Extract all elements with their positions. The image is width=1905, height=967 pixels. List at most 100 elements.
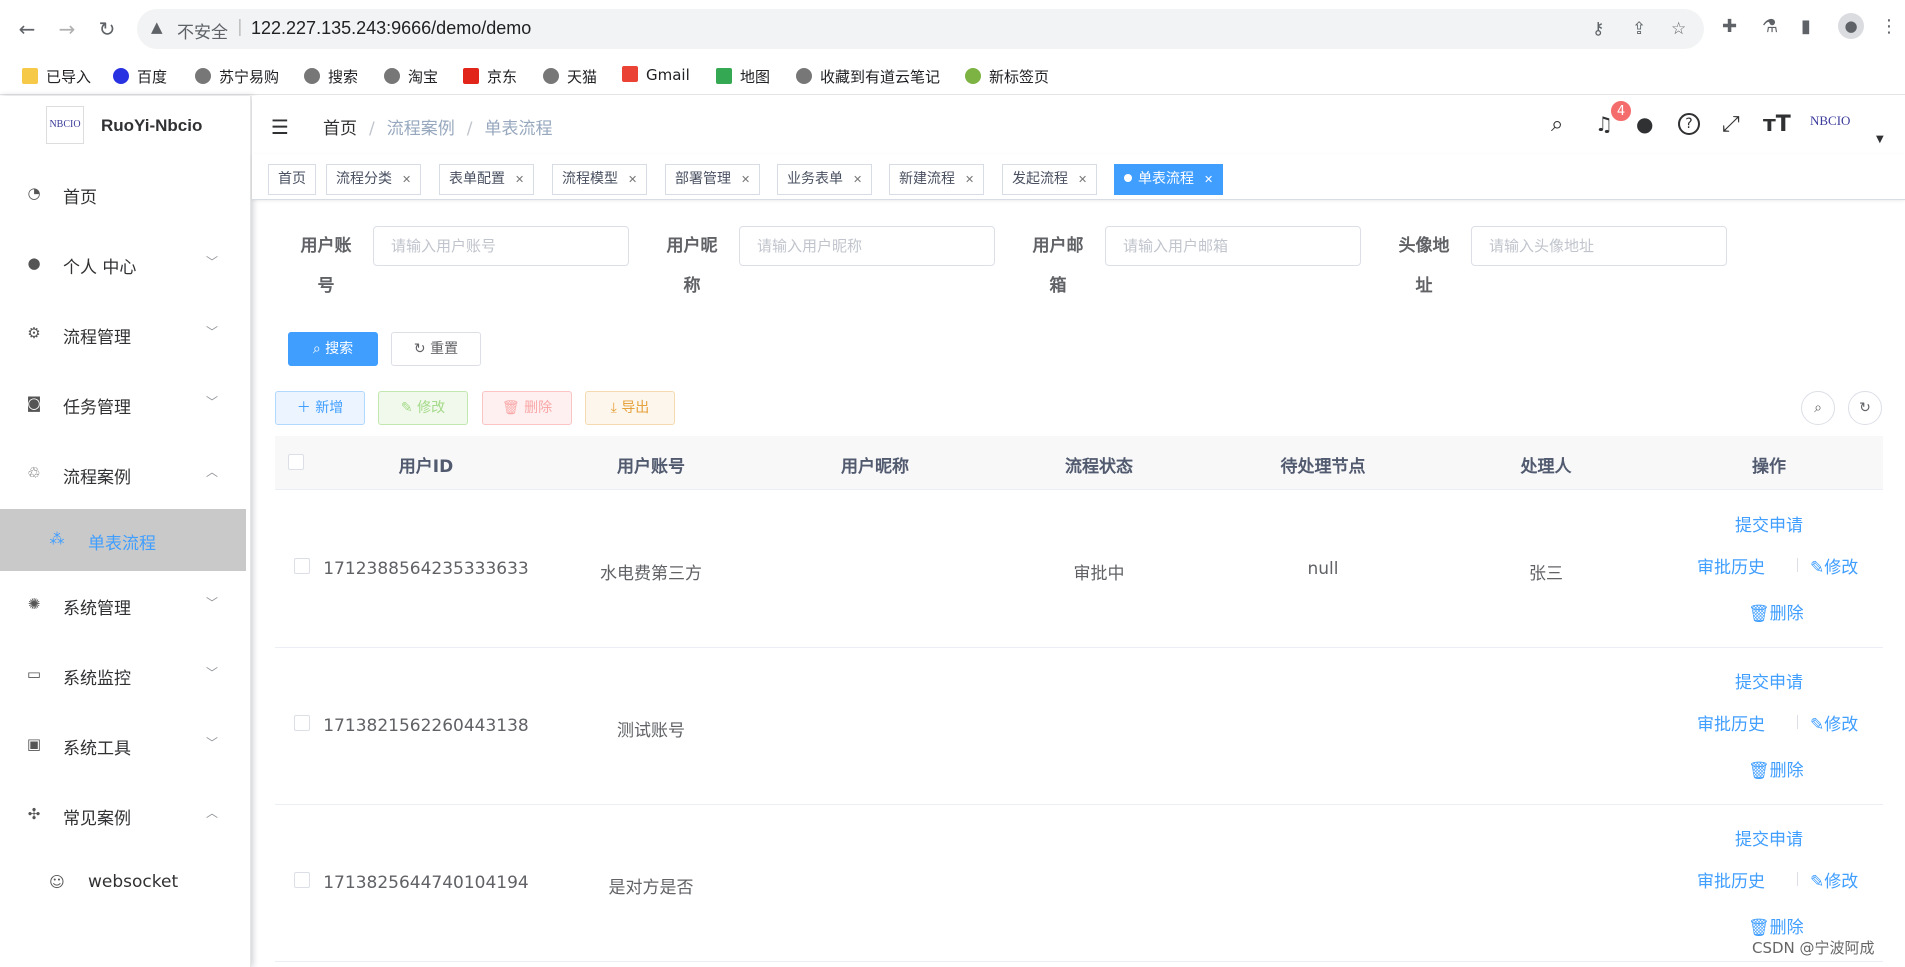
bookmark-youdao[interactable]: 收藏到有道云笔记: [796, 66, 940, 87]
close-icon[interactable]: ✕: [853, 173, 862, 186]
email-input[interactable]: [1105, 226, 1361, 266]
bookmark-baidu[interactable]: 百度: [113, 66, 167, 87]
puzzle-icon[interactable]: ✚: [1722, 16, 1737, 37]
maps-icon: [716, 68, 732, 84]
hamburger-icon[interactable]: ☰: [271, 115, 289, 139]
history-link[interactable]: 审批历史: [1697, 867, 1765, 892]
history-link[interactable]: 审批历史: [1697, 710, 1765, 735]
forward-arrow-icon[interactable]: →: [55, 17, 79, 41]
sidebar-item-flow-case[interactable]: ♲ 流程案例 ︿: [0, 446, 246, 502]
globe-icon: [796, 68, 812, 84]
edit-link[interactable]: ✎修改: [1810, 553, 1858, 578]
github-icon[interactable]: ●: [1636, 112, 1653, 136]
bookmark-suning[interactable]: 苏宁易购: [195, 66, 279, 87]
fullscreen-icon[interactable]: ⤢: [1722, 112, 1740, 137]
question-icon[interactable]: ?: [1678, 113, 1700, 135]
bookmark-search[interactable]: 搜索: [304, 66, 358, 87]
col-nickname: 用户昵称: [841, 457, 909, 477]
delete-link[interactable]: 🗑删除: [1748, 599, 1804, 624]
history-link[interactable]: 审批历史: [1697, 553, 1765, 578]
sidebar-item-system-manage[interactable]: ✺ 系统管理 ﹀: [0, 577, 246, 633]
table-header: 用户ID 用户账号 用户昵称 流程状态 待处理节点 处理人 操作: [275, 436, 1883, 490]
edit-icon: ✎: [1810, 872, 1825, 892]
bookmark-newtab[interactable]: 新标签页: [965, 66, 1049, 87]
back-arrow-icon[interactable]: ←: [15, 17, 39, 41]
sidebar-item-single-table-flow[interactable]: ⁂ 单表流程: [0, 509, 246, 571]
col-account: 用户账号: [617, 457, 685, 477]
submit-link[interactable]: 提交申请: [1735, 825, 1803, 850]
divider: |: [237, 17, 243, 37]
caret-down-icon[interactable]: ▼: [1876, 134, 1884, 145]
tag-form-config[interactable]: 表单配置 ✕: [439, 164, 535, 195]
reset-button[interactable]: ↻ 重置: [391, 332, 481, 366]
tag-business-form[interactable]: 业务表单 ✕: [777, 164, 873, 195]
nickname-input[interactable]: [739, 226, 995, 266]
close-icon[interactable]: ✕: [1078, 173, 1087, 186]
bookmark-gmail[interactable]: Gmail: [622, 66, 690, 84]
address-bar[interactable]: ▲ 不安全 | 122.227.135.243:9666/demo/demo ⚷…: [137, 9, 1704, 49]
reload-icon[interactable]: ↻: [95, 17, 119, 41]
lab-icon[interactable]: ⚗: [1762, 16, 1778, 37]
sidebar-item-task-manage[interactable]: ◙ 任务管理 ﹀: [0, 376, 246, 432]
export-button[interactable]: ⤓ 导出: [585, 391, 675, 425]
tag-deploy-manage[interactable]: 部署管理 ✕: [665, 164, 761, 195]
font-size-icon[interactable]: ᴛT: [1763, 112, 1791, 137]
tag-flow-category[interactable]: 流程分类 ✕: [326, 164, 422, 195]
url-text[interactable]: 122.227.135.243:9666/demo/demo: [251, 18, 531, 39]
divider: [1797, 872, 1798, 886]
avatar-url-input[interactable]: [1471, 226, 1727, 266]
sidebar-item-home[interactable]: ◔ 首页: [0, 166, 246, 222]
close-icon[interactable]: ✕: [628, 173, 637, 186]
delete-link[interactable]: 🗑删除: [1748, 913, 1804, 938]
close-icon[interactable]: ✕: [965, 173, 974, 186]
col-pending-node: 待处理节点: [1280, 457, 1366, 477]
close-icon[interactable]: ✕: [1204, 173, 1213, 186]
sidebar-item-websocket[interactable]: ☺ websocket: [0, 855, 246, 911]
refresh-button[interactable]: ↻: [1848, 391, 1882, 425]
tag-flow-model[interactable]: 流程模型 ✕: [552, 164, 648, 195]
tag-home[interactable]: 首页: [268, 164, 316, 195]
bookmark-taobao[interactable]: 淘宝: [384, 66, 438, 87]
sidebar-item-profile[interactable]: ● 个人 中心 ﹀: [0, 236, 246, 292]
sidebar-item-system-monitor[interactable]: ▭ 系统监控 ﹀: [0, 647, 246, 703]
close-icon[interactable]: ✕: [402, 173, 411, 186]
sidebar-item-flow-manage[interactable]: ⚙ 流程管理 ﹀: [0, 306, 246, 362]
avatar[interactable]: NBCIO: [1810, 113, 1858, 135]
tag-single-table-flow[interactable]: 单表流程 ✕: [1114, 164, 1224, 195]
search-button[interactable]: ⌕ 搜索: [288, 332, 378, 366]
star-icon[interactable]: ☆: [1671, 19, 1686, 39]
key-icon[interactable]: ⚷: [1592, 19, 1604, 39]
browser-toolbar: ← → ↻ ▲ 不安全 | 122.227.135.243:9666/demo/…: [0, 0, 1905, 58]
bookmark-jd[interactable]: 京东: [463, 66, 517, 87]
bookmark-tmall[interactable]: 天猫: [543, 66, 597, 87]
submit-link[interactable]: 提交申请: [1735, 668, 1803, 693]
example-icon: ✣: [27, 805, 41, 823]
bookmark-imported[interactable]: 已导入: [22, 66, 91, 87]
tag-start-flow[interactable]: 发起流程 ✕: [1002, 164, 1098, 195]
sidebar-item-common-examples[interactable]: ✣ 常见案例 ︿: [0, 787, 246, 843]
bookmark-maps[interactable]: 地图: [716, 66, 770, 87]
sidebar-item-system-tool[interactable]: ▣ 系统工具 ﹀: [0, 717, 246, 773]
sidepanel-icon[interactable]: ▮: [1801, 16, 1811, 37]
edit-link[interactable]: ✎修改: [1810, 710, 1858, 735]
add-button[interactable]: ＋ 新增: [275, 391, 365, 425]
delete-button[interactable]: 🗑 删除: [482, 391, 572, 425]
row-checkbox[interactable]: [294, 872, 310, 888]
search-icon[interactable]: ⌕: [1551, 112, 1563, 137]
edit-link[interactable]: ✎修改: [1810, 867, 1858, 892]
row-checkbox[interactable]: [294, 558, 310, 574]
close-icon[interactable]: ✕: [515, 173, 524, 186]
toggle-search-button[interactable]: ⌕: [1801, 391, 1835, 425]
tag-new-flow[interactable]: 新建流程 ✕: [889, 164, 985, 195]
breadcrumb-home[interactable]: 首页: [323, 119, 357, 139]
menu-icon[interactable]: ⋮: [1880, 16, 1898, 37]
row-checkbox[interactable]: [294, 715, 310, 731]
account-input[interactable]: [373, 226, 629, 266]
close-icon[interactable]: ✕: [741, 173, 750, 186]
profile-icon[interactable]: ●: [1838, 13, 1864, 39]
share-icon[interactable]: ⇪: [1632, 19, 1646, 39]
delete-link[interactable]: 🗑删除: [1748, 756, 1804, 781]
select-all-checkbox[interactable]: [288, 454, 304, 470]
edit-button[interactable]: ✎ 修改: [378, 391, 468, 425]
submit-link[interactable]: 提交申请: [1735, 511, 1803, 536]
